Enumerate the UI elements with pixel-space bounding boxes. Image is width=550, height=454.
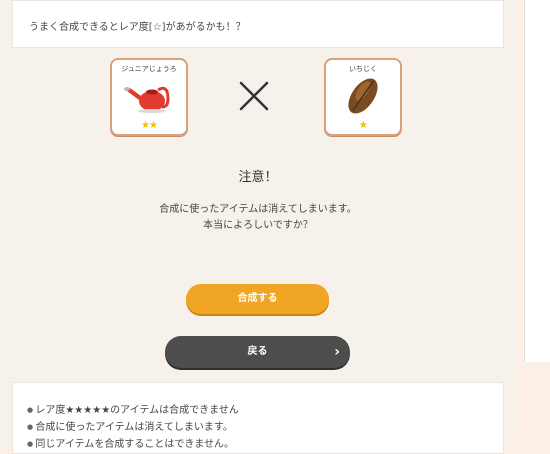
seed-icon — [348, 78, 378, 114]
hint-card: うまく合成できるとレア度[☆]があがるかも！？ — [12, 0, 504, 48]
notes-card: レア度★★★★★のアイテムは合成できません 合成に使ったアイテムは消えてしまいま… — [12, 382, 504, 454]
note-item: 合成に使ったアイテムは消えてしまいます。 — [27, 419, 239, 436]
combine-button[interactable]: 合成する — [186, 284, 329, 314]
back-button[interactable]: 戻る › — [165, 336, 350, 368]
item-rarity-stars: ★ — [359, 120, 368, 131]
watering-can-icon — [124, 86, 170, 113]
note-item: レア度★★★★★のアイテムは合成できません — [27, 402, 239, 419]
item-name: ジュニアじょうろ — [121, 65, 177, 73]
hint-text: うまく合成できるとレア度[☆]があがるかも！？ — [29, 22, 246, 33]
item-card-watering-can[interactable]: ジュニアじょうろ ★★ — [110, 58, 188, 136]
item-card-seed[interactable]: いちじく ★ — [324, 58, 402, 136]
warning-line-2: 本当によろしいですか？ — [203, 220, 313, 231]
main-column: うまく合成できるとレア度[☆]があがるかも！？ ジュニアじょうろ ★★ いちじく… — [0, 0, 516, 454]
item-name: いちじく — [349, 65, 377, 73]
side-panel — [524, 0, 550, 362]
warning-message: 合成に使ったアイテムは消えてしまいます。 本当によろしいですか？ — [0, 202, 516, 234]
back-button-label: 戻る — [247, 346, 268, 357]
item-rarity-stars: ★★ — [141, 120, 158, 131]
notes-list: レア度★★★★★のアイテムは合成できません 合成に使ったアイテムは消えてしまいま… — [27, 402, 239, 453]
warning-title: 注意！ — [238, 170, 278, 185]
warning-line-1: 合成に使ったアイテムは消えてしまいます。 — [159, 204, 357, 215]
chevron-right-icon: › — [334, 344, 340, 360]
times-icon — [239, 81, 269, 111]
